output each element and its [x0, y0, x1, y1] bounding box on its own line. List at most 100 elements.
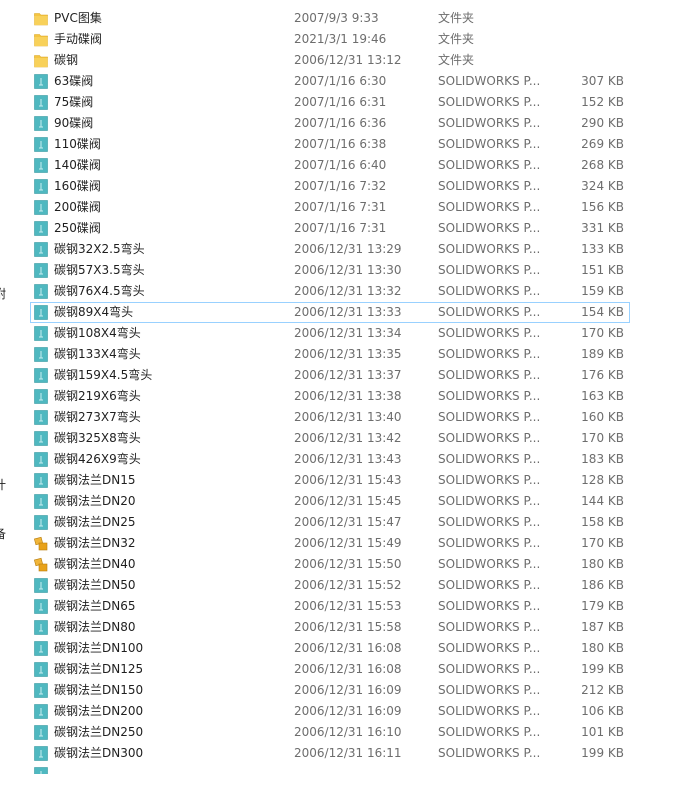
solidworks-part-icon [34, 473, 48, 488]
file-date: 2006/12/31 15:50 [294, 557, 402, 571]
solidworks-part-icon [34, 641, 48, 656]
file-type: SOLIDWORKS P... [438, 578, 541, 592]
file-row[interactable]: 碳钢219X6弯头 2006/12/31 13:38 SOLIDWORKS P...… [30, 386, 630, 407]
file-name: 碳钢 [54, 53, 79, 67]
file-size: 159 KB [581, 284, 624, 298]
file-type: 文件夹 [438, 32, 475, 46]
file-size: 176 KB [581, 368, 624, 382]
file-row[interactable]: PVC图集 2007/9/3 9:33 文件夹 [30, 8, 630, 29]
file-type: SOLIDWORKS P... [438, 158, 541, 172]
file-row[interactable]: 碳钢法兰DN32 2006/12/31 15:49 SOLIDWORKS P... 1… [30, 533, 630, 554]
file-row[interactable]: 250碟阀 2007/1/16 7:31 SOLIDWORKS P... 331 KB [30, 218, 630, 239]
file-row[interactable]: 75碟阀 2007/1/16 6:31 SOLIDWORKS P... 152 KB [30, 92, 630, 113]
file-row[interactable]: 碳钢法兰DN65 2006/12/31 15:53 SOLIDWORKS P... 1… [30, 596, 630, 617]
file-type: SOLIDWORKS P... [438, 431, 541, 445]
file-size: 324 KB [581, 179, 624, 193]
file-row[interactable]: 碳钢法兰DN20 2006/12/31 15:45 SOLIDWORKS P... 1… [30, 491, 630, 512]
file-row[interactable]: 碳钢 2006/12/31 13:12 文件夹 [30, 50, 630, 71]
file-name: 碳钢法兰DN200 [54, 704, 144, 718]
file-name: 碳钢法兰DN32 [54, 536, 136, 550]
solidworks-part-icon [34, 221, 48, 236]
folder-icon [34, 32, 48, 47]
file-size: 154 KB [581, 305, 624, 319]
file-date: 2006/12/31 15:53 [294, 599, 402, 613]
left-pane-fragment: 附 [0, 285, 14, 302]
file-type: SOLIDWORKS P... [438, 641, 541, 655]
file-name: 碳钢法兰DN15 [54, 473, 136, 487]
file-list[interactable]: PVC图集 2007/9/3 9:33 文件夹 手动碟阀 2021/3/1 19:46 文… [30, 8, 630, 774]
file-size: 269 KB [581, 137, 624, 151]
file-row[interactable]: 140碟阀 2007/1/16 6:40 SOLIDWORKS P... 268 KB [30, 155, 630, 176]
file-row[interactable]: 碳钢法兰DN125 2006/12/31 16:08 SOLIDWORKS P...… [30, 659, 630, 680]
solidworks-part-icon [34, 515, 48, 530]
file-date: 2007/1/16 7:31 [294, 200, 387, 214]
file-type: SOLIDWORKS P... [438, 725, 541, 739]
file-date: 2006/12/31 16:11 [294, 746, 402, 760]
file-type: SOLIDWORKS P... [438, 137, 541, 151]
file-row[interactable]: 碳钢法兰DN80 2006/12/31 15:58 SOLIDWORKS P... 1… [30, 617, 630, 638]
file-type: SOLIDWORKS P... [438, 263, 541, 277]
solidworks-assembly-icon [34, 557, 48, 572]
file-row[interactable]: 碳钢325X8弯头 2006/12/31 13:42 SOLIDWORKS P...… [30, 428, 630, 449]
file-size: 307 KB [581, 74, 624, 88]
file-row[interactable]: 碳钢法兰DN200 2006/12/31 16:09 SOLIDWORKS P...… [30, 701, 630, 722]
file-size: 290 KB [581, 116, 624, 130]
file-name: 碳钢133X4弯头 [54, 347, 141, 361]
file-name: 200碟阀 [54, 200, 101, 214]
file-type: SOLIDWORKS P... [438, 116, 541, 130]
file-name: 碳钢法兰DN100 [54, 641, 144, 655]
file-type: SOLIDWORKS P... [438, 284, 541, 298]
file-row[interactable]: 110碟阀 2007/1/16 6:38 SOLIDWORKS P... 269 KB [30, 134, 630, 155]
file-size: 106 KB [581, 704, 624, 718]
file-row[interactable]: 碳钢273X7弯头 2006/12/31 13:40 SOLIDWORKS P...… [30, 407, 630, 428]
file-row[interactable]: 碳钢133X4弯头 2006/12/31 13:35 SOLIDWORKS P...… [30, 344, 630, 365]
file-date: 2006/12/31 16:08 [294, 641, 402, 655]
file-date: 2006/12/31 15:58 [294, 620, 402, 634]
file-date: 2007/1/16 6:30 [294, 74, 387, 88]
file-name: 碳钢325X8弯头 [54, 431, 141, 445]
file-type: SOLIDWORKS P... [438, 704, 541, 718]
file-date: 2006/12/31 16:09 [294, 704, 402, 718]
file-row[interactable]: 手动碟阀 2021/3/1 19:46 文件夹 [30, 29, 630, 50]
file-row[interactable]: 碳钢76X4.5弯头 2006/12/31 13:32 SOLIDWORKS P..… [30, 281, 630, 302]
file-row[interactable]: 碳钢426X9弯头 2006/12/31 13:43 SOLIDWORKS P...… [30, 449, 630, 470]
file-row[interactable]: 63碟阀 2007/1/16 6:30 SOLIDWORKS P... 307 KB [30, 71, 630, 92]
file-row-partial[interactable] [30, 764, 630, 774]
file-date: 2006/12/31 16:10 [294, 725, 402, 739]
file-row[interactable]: 碳钢89X4弯头 2006/12/31 13:33 SOLIDWORKS P... 1… [30, 302, 630, 323]
file-type: SOLIDWORKS P... [438, 683, 541, 697]
solidworks-part-icon [34, 74, 48, 89]
file-name: 碳钢273X7弯头 [54, 410, 141, 424]
file-name: 160碟阀 [54, 179, 101, 193]
file-size: 199 KB [581, 662, 624, 676]
file-row[interactable]: 碳钢法兰DN150 2006/12/31 16:09 SOLIDWORKS P...… [30, 680, 630, 701]
file-type: SOLIDWORKS P... [438, 389, 541, 403]
file-type: SOLIDWORKS P... [438, 326, 541, 340]
solidworks-part-icon [34, 242, 48, 257]
solidworks-part-icon [34, 305, 48, 320]
file-row[interactable]: 160碟阀 2007/1/16 7:32 SOLIDWORKS P... 324 KB [30, 176, 630, 197]
file-type: SOLIDWORKS P... [438, 305, 541, 319]
solidworks-part-icon [34, 263, 48, 278]
file-row[interactable]: 碳钢法兰DN40 2006/12/31 15:50 SOLIDWORKS P... 1… [30, 554, 630, 575]
file-row[interactable]: 200碟阀 2007/1/16 7:31 SOLIDWORKS P... 156 KB [30, 197, 630, 218]
file-row[interactable]: 碳钢法兰DN250 2006/12/31 16:10 SOLIDWORKS P...… [30, 722, 630, 743]
file-name: 碳钢219X6弯头 [54, 389, 141, 403]
file-type: SOLIDWORKS P... [438, 95, 541, 109]
file-row[interactable]: 碳钢法兰DN25 2006/12/31 15:47 SOLIDWORKS P... 1… [30, 512, 630, 533]
file-row[interactable]: 碳钢法兰DN100 2006/12/31 16:08 SOLIDWORKS P...… [30, 638, 630, 659]
file-row[interactable]: 90碟阀 2007/1/16 6:36 SOLIDWORKS P... 290 KB [30, 113, 630, 134]
file-row[interactable]: 碳钢法兰DN300 2006/12/31 16:11 SOLIDWORKS P...… [30, 743, 630, 764]
file-row[interactable]: 碳钢32X2.5弯头 2006/12/31 13:29 SOLIDWORKS P..… [30, 239, 630, 260]
file-row[interactable]: 碳钢法兰DN15 2006/12/31 15:43 SOLIDWORKS P... 1… [30, 470, 630, 491]
file-row[interactable]: 碳钢159X4.5弯头 2006/12/31 13:37 SOLIDWORKS P.… [30, 365, 630, 386]
file-type: 文件夹 [438, 53, 475, 67]
file-name: 碳钢法兰DN300 [54, 746, 144, 760]
solidworks-part-icon [34, 431, 48, 446]
file-name: 手动碟阀 [54, 32, 103, 46]
file-row[interactable]: 碳钢法兰DN50 2006/12/31 15:52 SOLIDWORKS P... 1… [30, 575, 630, 596]
file-date: 2006/12/31 15:47 [294, 515, 402, 529]
file-row[interactable]: 碳钢108X4弯头 2006/12/31 13:34 SOLIDWORKS P...… [30, 323, 630, 344]
file-name: 140碟阀 [54, 158, 101, 172]
file-row[interactable]: 碳钢57X3.5弯头 2006/12/31 13:30 SOLIDWORKS P..… [30, 260, 630, 281]
